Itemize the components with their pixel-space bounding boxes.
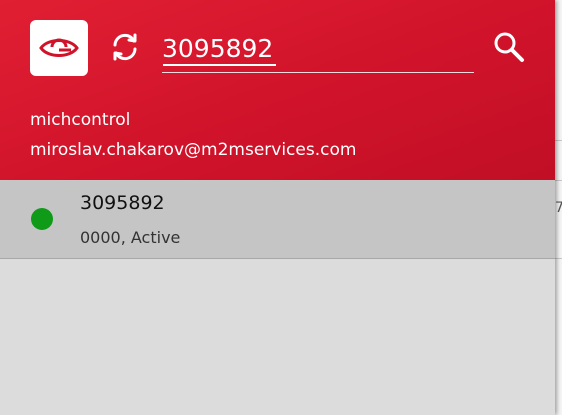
drawer-header: michcontrol miroslav.chakarov@m2mservice… (0, 0, 555, 180)
background-divider (555, 140, 562, 141)
account-username: michcontrol (30, 110, 131, 130)
refresh-icon (113, 33, 137, 61)
account-email: miroslav.chakarov@m2mservices.com (30, 140, 357, 160)
search-button[interactable] (492, 30, 526, 64)
navigation-drawer: michcontrol miroslav.chakarov@m2mservice… (0, 0, 555, 415)
app-frame: 7 3095892 michcontrol miroslav.chakarov@… (0, 0, 562, 415)
search-field[interactable] (162, 26, 474, 73)
search-text-underline (163, 64, 276, 66)
list-item-title: 3095892 (80, 192, 165, 214)
list-item[interactable]: 3095892 0000, Active (0, 180, 555, 259)
eye-icon (39, 38, 79, 57)
search-input[interactable] (162, 28, 474, 68)
list-item-subtitle: 0000, Active (80, 228, 181, 247)
background-text: 7 (555, 200, 562, 216)
status-indicator (31, 208, 53, 230)
refresh-button[interactable] (108, 30, 142, 64)
app-logo (30, 20, 88, 76)
search-icon (494, 32, 524, 62)
background-divider (555, 258, 562, 259)
background-app-edge: 7 (555, 0, 562, 415)
background-divider (555, 180, 562, 181)
